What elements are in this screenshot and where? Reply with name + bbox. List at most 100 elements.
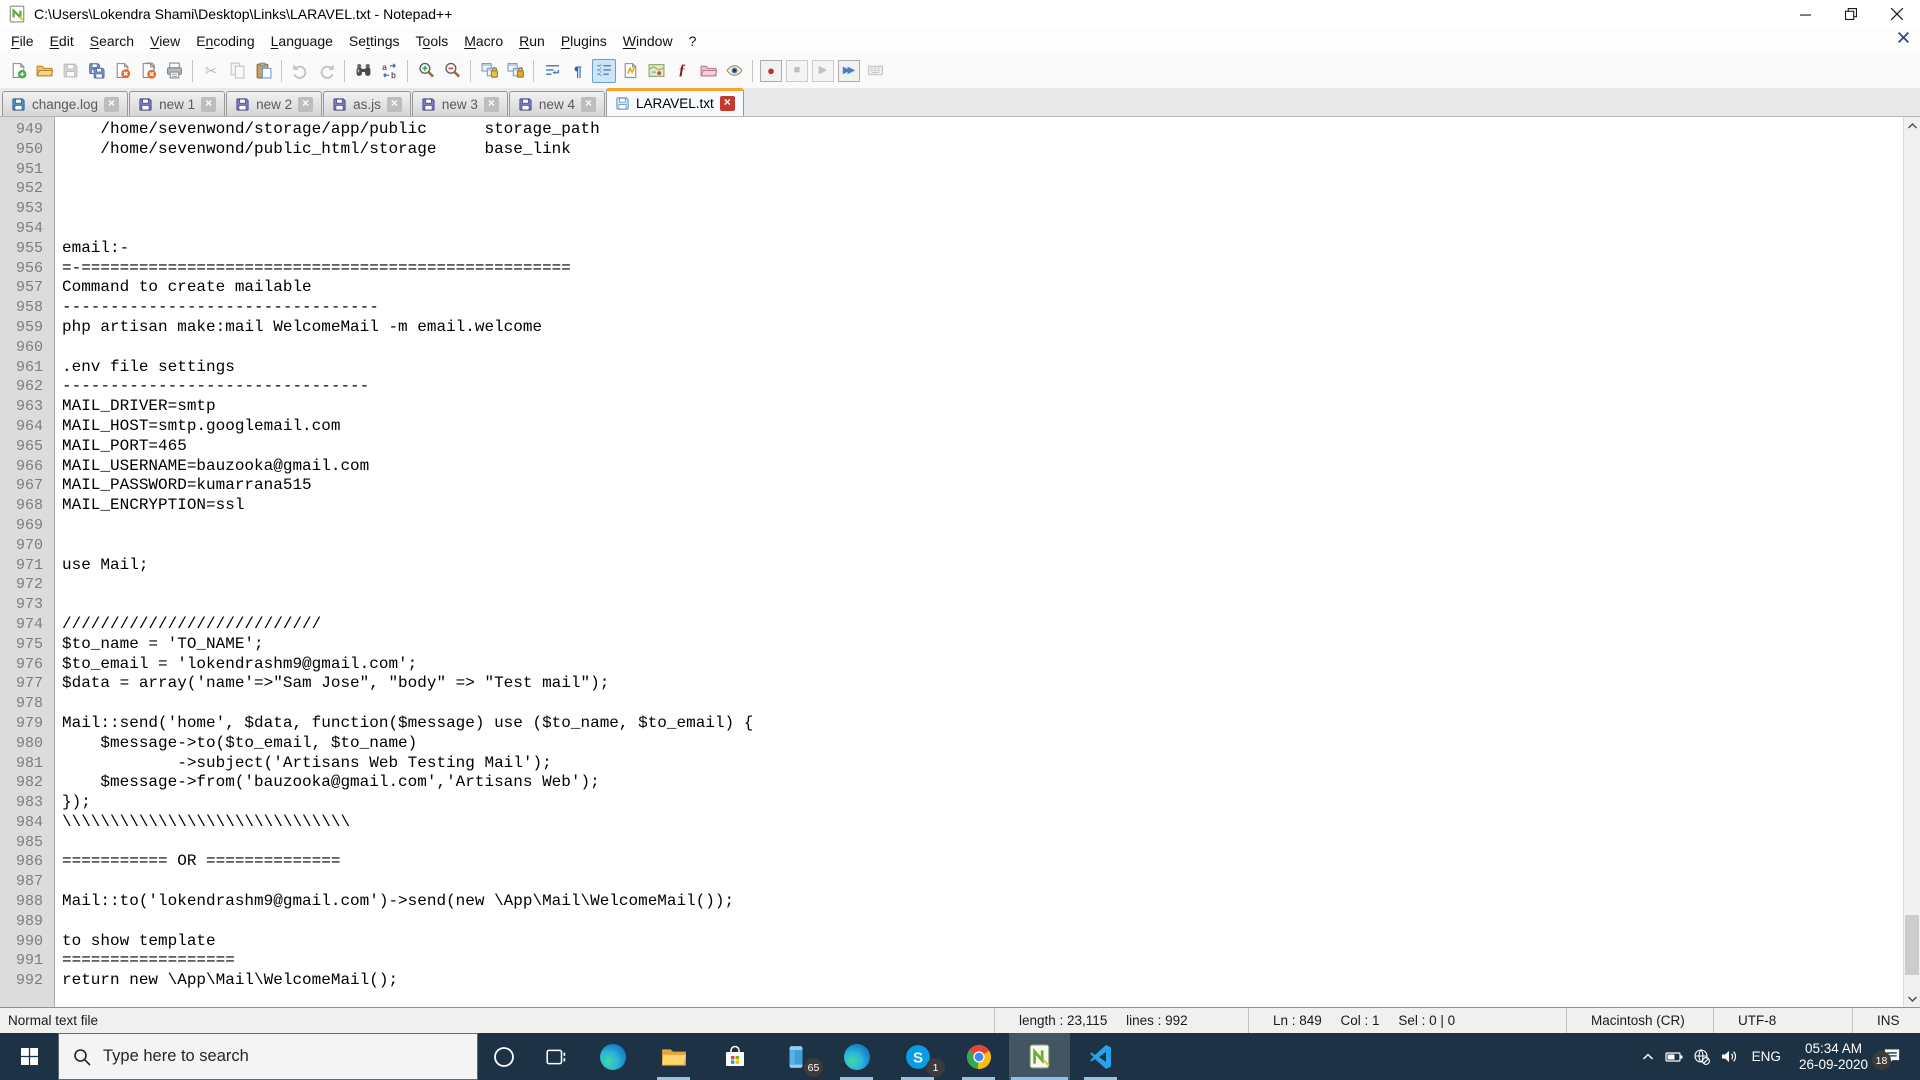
copy-icon[interactable]	[225, 59, 249, 83]
menu-macro[interactable]: Macro	[456, 30, 511, 52]
sync-horizontal-icon[interactable]	[503, 59, 527, 83]
zoom-in-icon[interactable]	[414, 59, 438, 83]
tab-close-icon[interactable]: ×	[483, 96, 499, 112]
taskbar-vscode[interactable]	[1070, 1033, 1131, 1080]
tab-new-2[interactable]: new 2 ×	[226, 91, 323, 116]
tab-close-icon[interactable]: ×	[104, 96, 120, 112]
menu-tools[interactable]: Tools	[408, 30, 457, 52]
code-line[interactable]: MAIL_USERNAME=bauzooka@gmail.com	[62, 457, 1920, 477]
save-all-icon[interactable]	[84, 59, 108, 83]
task-view-button[interactable]	[530, 1033, 582, 1080]
scroll-down-icon[interactable]	[1904, 990, 1920, 1007]
redo-icon[interactable]	[314, 59, 338, 83]
scrollbar-thumb[interactable]	[1905, 915, 1919, 975]
code-line[interactable]: ==================	[62, 951, 1920, 971]
code-line[interactable]: to show template	[62, 932, 1920, 952]
start-button[interactable]	[0, 1033, 58, 1080]
code-line[interactable]	[62, 516, 1920, 536]
menu-window[interactable]: Window	[615, 30, 681, 52]
menu-help[interactable]: ?	[681, 30, 705, 52]
taskbar-skype[interactable]: S1	[887, 1033, 948, 1080]
document-map-icon[interactable]	[618, 59, 642, 83]
close-file-icon[interactable]	[110, 59, 134, 83]
code-line[interactable]: Command to create mailable	[62, 278, 1920, 298]
folder-as-workspace-icon[interactable]	[696, 59, 720, 83]
menu-plugins[interactable]: Plugins	[553, 30, 615, 52]
menu-edit[interactable]: Edit	[42, 30, 82, 52]
code-line[interactable]: $message->from('bauzooka@gmail.com','Art…	[62, 773, 1920, 793]
code-line[interactable]: $data = array('name'=>"Sam Jose", "body"…	[62, 674, 1920, 694]
print-icon[interactable]	[162, 59, 186, 83]
code-line[interactable]: $message->to($to_email, $to_name)	[62, 734, 1920, 754]
taskbar-your-phone[interactable]: 65	[765, 1033, 826, 1080]
text-area[interactable]: /home/sevenwond/storage/app/public stora…	[55, 117, 1920, 1007]
code-line[interactable]: $to_email = 'lokendrashm9@gmail.com';	[62, 655, 1920, 675]
taskbar-chrome[interactable]	[948, 1033, 1009, 1080]
tab-close-icon[interactable]: ×	[386, 96, 402, 112]
tab-close-icon[interactable]: ×	[298, 96, 314, 112]
code-line[interactable]	[62, 833, 1920, 853]
cortana-button[interactable]	[478, 1033, 530, 1080]
code-line[interactable]: $to_name = 'TO_NAME';	[62, 635, 1920, 655]
battery-icon[interactable]	[1665, 1049, 1684, 1065]
taskbar-microsoft-store[interactable]	[704, 1033, 765, 1080]
code-line[interactable]: MAIL_PASSWORD=kumarrana515	[62, 476, 1920, 496]
tab-laravel-txt[interactable]: LARAVEL.txt ×	[605, 88, 744, 116]
paste-icon[interactable]	[251, 59, 275, 83]
tab-new-4[interactable]: new 4 ×	[508, 91, 605, 116]
search-input[interactable]: Type here to search	[58, 1033, 478, 1080]
code-line[interactable]: return new \App\Mail\WelcomeMail();	[62, 971, 1920, 991]
code-line[interactable]: ->subject('Artisans Web Testing Mail');	[62, 754, 1920, 774]
code-line[interactable]	[62, 199, 1920, 219]
code-line[interactable]	[62, 338, 1920, 358]
menu-file[interactable]: File	[3, 30, 42, 52]
new-file-icon[interactable]	[6, 59, 30, 83]
tab-close-icon[interactable]: ×	[201, 96, 217, 112]
open-file-icon[interactable]	[32, 59, 56, 83]
clock[interactable]: 05:34 AM 26-09-2020	[1794, 1041, 1873, 1073]
macro-record-icon[interactable]: ●	[760, 59, 782, 82]
language-indicator[interactable]: ENG	[1748, 1049, 1785, 1064]
taskbar-edge[interactable]	[582, 1033, 643, 1080]
cut-icon[interactable]: ✂	[199, 59, 223, 83]
code-line[interactable]: MAIL_HOST=smtp.googlemail.com	[62, 417, 1920, 437]
code-line[interactable]: =========== OR ==============	[62, 852, 1920, 872]
save-file-icon[interactable]	[58, 59, 82, 83]
editor[interactable]: 949 950 951 952 953 954 955 956 957 958 959 960 961 9…	[0, 116, 1920, 1007]
code-line[interactable]	[62, 536, 1920, 556]
code-line[interactable]	[62, 575, 1920, 595]
plugin-panel-icon[interactable]: ƒ	[670, 59, 694, 83]
vertical-scrollbar[interactable]	[1903, 117, 1920, 1007]
macro-save-icon[interactable]	[863, 59, 887, 83]
word-wrap-icon[interactable]	[540, 59, 564, 83]
menu-encoding[interactable]: Encoding	[188, 30, 262, 52]
code-line[interactable]: ///////////////////////////	[62, 615, 1920, 635]
code-line[interactable]	[62, 179, 1920, 199]
code-line[interactable]: .env file settings	[62, 358, 1920, 378]
taskbar-file-explorer[interactable]	[643, 1033, 704, 1080]
taskbar-notepad-plus-plus[interactable]	[1009, 1033, 1070, 1080]
code-line[interactable]: email:-	[62, 239, 1920, 259]
code-line[interactable]: ---------------------------------	[62, 298, 1920, 318]
restore-button[interactable]	[1828, 0, 1874, 28]
macro-run-multiple-icon[interactable]: ▶▶	[838, 59, 860, 82]
tab-as-js[interactable]: as.js ×	[323, 91, 411, 116]
code-line[interactable]	[62, 872, 1920, 892]
menu-search[interactable]: Search	[82, 30, 142, 52]
taskbar-edge-beta[interactable]	[826, 1033, 887, 1080]
tab-close-icon[interactable]: ×	[580, 96, 596, 112]
tab-close-icon[interactable]: ×	[719, 96, 735, 111]
code-line[interactable]	[62, 595, 1920, 615]
code-line[interactable]: });	[62, 793, 1920, 813]
menu-settings[interactable]: Settings	[341, 30, 408, 52]
tab-new-1[interactable]: new 1 ×	[129, 91, 226, 116]
macro-play-icon[interactable]: ▶	[812, 59, 834, 82]
code-line[interactable]: /home/sevenwond/public_html/storage base…	[62, 140, 1920, 160]
code-line[interactable]	[62, 912, 1920, 932]
undo-icon[interactable]	[288, 59, 312, 83]
minimize-button[interactable]	[1782, 0, 1828, 28]
code-line[interactable]: =-======================================…	[62, 259, 1920, 279]
code-line[interactable]: php artisan make:mail WelcomeMail -m ema…	[62, 318, 1920, 338]
volume-icon[interactable]	[1720, 1048, 1739, 1065]
action-center-button[interactable]: 18	[1872, 1047, 1908, 1070]
